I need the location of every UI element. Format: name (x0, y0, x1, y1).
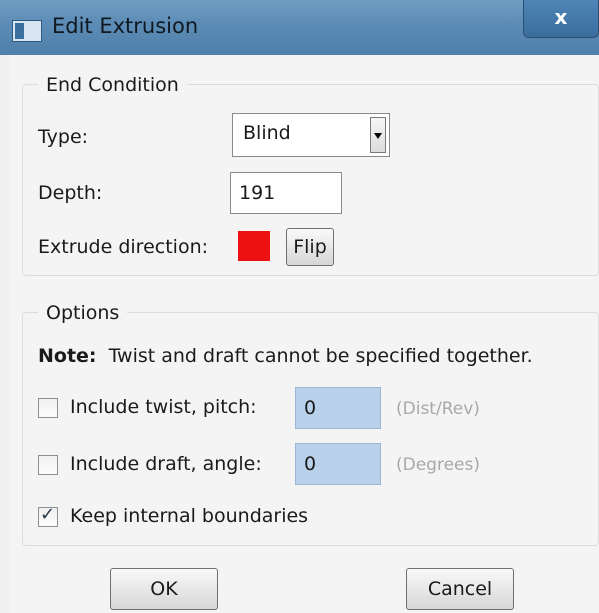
cancel-button[interactable]: Cancel (406, 568, 514, 610)
twist-unit: (Dist/Rev) (396, 399, 480, 419)
twist-checkbox[interactable] (38, 398, 58, 418)
twist-label: Include twist, pitch: (70, 396, 257, 418)
app-window-icon (12, 20, 42, 42)
title-bar[interactable]: Edit Extrusion x (0, 0, 599, 55)
dropdown-arrow-icon[interactable] (370, 117, 386, 153)
type-select-value: Blind (243, 122, 291, 144)
keep-boundaries-label: Keep internal boundaries (70, 505, 309, 527)
draft-checkbox[interactable] (38, 455, 58, 475)
extrude-direction-label: Extrude direction: (38, 236, 209, 258)
dialog-title: Edit Extrusion (52, 14, 199, 38)
checkmark-icon: ✓ (40, 504, 56, 525)
direction-color-swatch (238, 231, 270, 261)
type-label: Type: (38, 126, 89, 148)
note-label: Note: (38, 345, 97, 367)
depth-input[interactable] (230, 172, 342, 214)
keep-boundaries-checkbox[interactable]: ✓ (38, 504, 58, 527)
ok-button[interactable]: OK (110, 568, 218, 610)
close-button[interactable]: x (523, 0, 599, 38)
draft-angle-input[interactable] (295, 443, 381, 485)
draft-label: Include draft, angle: (70, 453, 262, 475)
flip-button[interactable]: Flip (286, 228, 334, 266)
twist-pitch-input[interactable] (295, 387, 381, 429)
note-body: Twist and draft cannot be specified toge… (108, 345, 533, 367)
depth-label: Depth: (38, 182, 103, 204)
edit-extrusion-dialog: Edit Extrusion x End Condition Type: Bli… (0, 0, 599, 613)
options-title: Options (38, 302, 128, 324)
close-icon: x (554, 5, 568, 29)
type-select[interactable]: Blind (232, 113, 390, 157)
draft-unit: (Degrees) (396, 455, 480, 475)
end-condition-title: End Condition (38, 74, 187, 96)
note-text: Note: Twist and draft cannot be specifie… (38, 345, 533, 367)
